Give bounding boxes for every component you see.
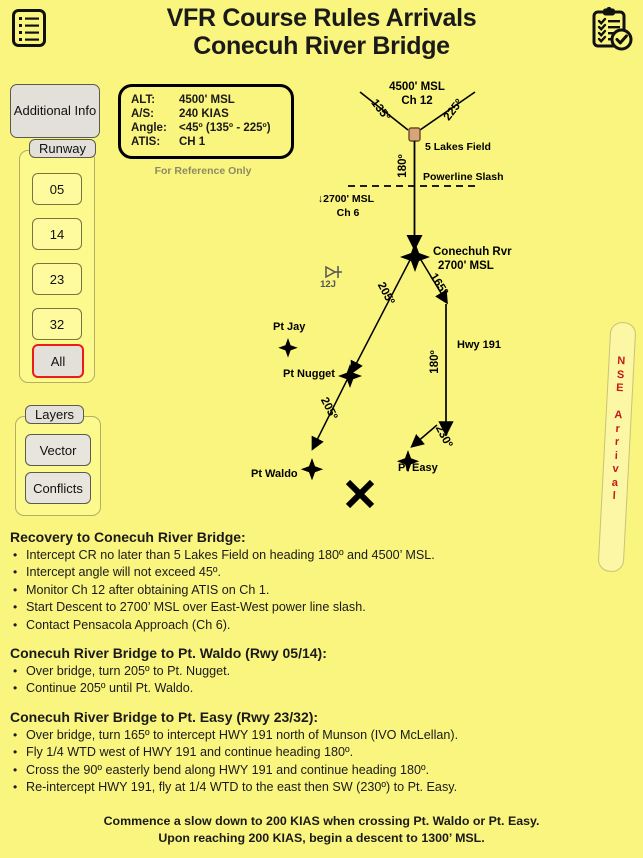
footer-note: Commence a slow down to 200 KIAS when cr… (0, 813, 643, 848)
runway-button-23[interactable]: 23 (32, 263, 82, 295)
nse-arrival-tab-label: NSE Arrival (611, 354, 627, 503)
additional-info-button[interactable]: Additional Info (10, 84, 100, 138)
map-label-pt-jay: Pt Jay (273, 321, 306, 333)
section-heading: Conecuh River Bridge to Pt. Easy (Rwy 23… (10, 708, 319, 725)
layer-button-vector[interactable]: Vector (25, 434, 91, 466)
bullet-item: Intercept angle will not exceed 45º. (10, 564, 635, 581)
map-label-top-alt: 4500' MSL (389, 81, 445, 93)
map-label-hwy-191: Hwy 191 (457, 339, 501, 351)
vfr-course-rules-page: VFR Course Rules Arrivals Conecuh River … (0, 0, 643, 858)
page-title-line2: Conecuh River Bridge (193, 32, 450, 60)
map-label-descend-ch: Ch 6 (337, 207, 360, 219)
section-recovery: Recovery to Conecuh River Bridge: Interc… (10, 529, 635, 634)
map-label-leg-230: 230º (433, 423, 455, 449)
bullet-item: Monitor Ch 12 after obtaining ATIS on Ch… (10, 582, 635, 599)
bullet-item: Contact Pensacola Approach (Ch 6). (10, 617, 635, 634)
runway-button-all[interactable]: All (32, 344, 84, 378)
layer-button-conflicts[interactable]: Conflicts (25, 472, 91, 504)
clipboard-check-icon[interactable] (591, 6, 633, 52)
map-label-descend-alt: ↓2700' MSL (318, 193, 375, 205)
map-label-leg-205-b: 205º (318, 395, 339, 421)
bullet-item: Continue 205º until Pt. Waldo. (10, 680, 635, 697)
reference-key-angle: Angle: (131, 122, 167, 134)
map-label-top-ch: Ch 12 (401, 95, 432, 107)
layers-group: Layers Vector Conflicts (15, 405, 101, 516)
map-label-pt-nugget: Pt Nugget (283, 368, 335, 380)
bullet-item: Start Descent to 2700’ MSL over East-Wes… (10, 599, 635, 616)
section-to-pt-waldo: Conecuh River Bridge to Pt. Waldo (Rwy 0… (10, 645, 635, 698)
footer-line-2: Upon reaching 200 KIAS, begin a descent … (158, 831, 485, 846)
footer-line-1: Commence a slow down to 200 KIAS when cr… (103, 813, 540, 828)
section-heading: Recovery to Conecuh River Bridge: (10, 529, 246, 545)
page-title-line1: VFR Course Rules Arrivals (166, 4, 477, 32)
map-label-five-lakes-field: 5 Lakes Field (425, 141, 491, 153)
section-bullets: Intercept CR no later than 5 Lakes Field… (10, 547, 635, 634)
bullet-item: Over bridge, turn 205º to Pt. Nugget. (10, 663, 635, 680)
layers-group-legend: Layers (25, 405, 85, 424)
section-bullets: Over bridge, turn 165º to intercept HWY … (10, 727, 635, 797)
map-label-pt-easy: Pt Easy (398, 462, 439, 474)
reference-key-atis: ATIS: (131, 136, 161, 148)
section-heading: Conecuh River Bridge to Pt. Waldo (Rwy 0… (10, 644, 327, 661)
section-to-pt-easy: Conecuh River Bridge to Pt. Easy (Rwy 23… (10, 709, 635, 797)
page-title: VFR Course Rules Arrivals Conecuh River … (0, 4, 643, 60)
bullet-item: Over bridge, turn 165º to intercept HWY … (10, 727, 635, 744)
map-label-pt-waldo: Pt Waldo (251, 468, 298, 480)
bullet-item: Re-intercept HWY 191, fly at 1/4 WTD to … (10, 779, 635, 796)
map-label-bridge-alt: 2700' MSL (438, 260, 494, 272)
runway-button-05[interactable]: 05 (32, 173, 82, 205)
map-label-leg-180-hwy: 180º (429, 350, 441, 373)
runway-group-legend: Runway (29, 139, 96, 158)
map-label-leg-180-top: 180º (397, 154, 409, 177)
bullet-item: Cross the 90º easterly bend along HWY 19… (10, 762, 635, 779)
reference-key-alt: ALT: (131, 94, 156, 106)
arrival-route-diagram: 4500' MSL Ch 12 135º 225º 180º 5 Lakes F… (250, 70, 560, 530)
bullet-item: Intercept CR no later than 5 Lakes Field… (10, 547, 635, 564)
runway-button-32[interactable]: 32 (32, 308, 82, 340)
section-bullets: Over bridge, turn 205º to Pt. Nugget. Co… (10, 663, 635, 698)
runway-filter-group: Runway 05 14 23 32 All (19, 139, 96, 383)
procedures-content: Recovery to Conecuh River Bridge: Interc… (10, 529, 635, 807)
map-label-powerline-slash: Powerline Slash (423, 171, 504, 183)
map-label-airport-12j: 12J (320, 279, 336, 290)
notes-list-icon[interactable] (11, 8, 47, 48)
bullet-item: Fly 1/4 WTD west of HWY 191 and continue… (10, 744, 635, 761)
map-label-bridge-name: Conechuh Rvr (433, 246, 512, 258)
map-label-leg-165: 165º (427, 271, 450, 297)
reference-key-as: A/S: (131, 108, 154, 120)
map-label-leg-205-a: 205º (375, 280, 397, 306)
map-label-inbound-135: 135º (368, 97, 392, 123)
runway-button-14[interactable]: 14 (32, 218, 82, 250)
